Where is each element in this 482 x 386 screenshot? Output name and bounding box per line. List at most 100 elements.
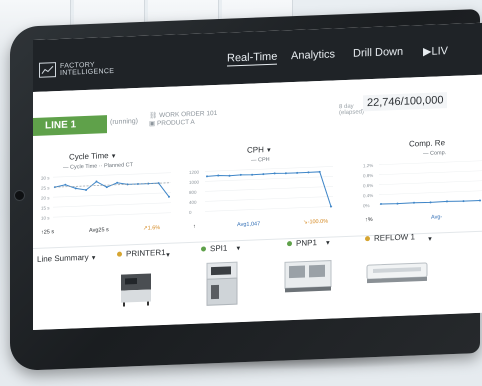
cph-y-tick: 0 — [189, 209, 192, 216]
machine-reflow1[interactable]: REFLOW 1 — [365, 232, 425, 243]
data-point — [116, 181, 119, 184]
tab-drill-down[interactable]: Drill Down — [353, 46, 403, 60]
cph-y-tick: 400 — [189, 199, 197, 206]
avg-label: Avg — [237, 221, 247, 229]
work-order-info: ⛓ WORK ORDER 101 ▣ PRODUCT A — [149, 110, 217, 129]
cph-current: ↑ — [193, 224, 196, 230]
tab-live[interactable]: ▶LIV — [423, 44, 448, 58]
line-summary-label: Line Summary — [37, 252, 89, 264]
printer-machine-image[interactable] — [119, 269, 155, 307]
chevron-down-icon: ▼ — [110, 153, 117, 161]
factory-intelligence-logo[interactable]: FACTORY INTELLIGENCE — [39, 60, 114, 78]
chevron-down-icon: ▼ — [265, 147, 272, 155]
data-point — [273, 172, 276, 175]
camera-icon — [14, 190, 25, 201]
tab-real-time[interactable]: Real-Time — [227, 50, 278, 67]
comp-y-tick: 0% — [363, 203, 370, 209]
data-point — [251, 173, 254, 176]
data-point — [239, 173, 242, 176]
comp-current: ↑% — [365, 217, 373, 223]
cycle-time-change-value: 1.6% — [147, 225, 161, 232]
chart-gridline — [53, 192, 171, 198]
cph-avg: Avg1,047 — [237, 221, 260, 228]
data-point — [307, 171, 310, 174]
product-text: PRODUCT A — [156, 118, 195, 128]
data-point — [284, 172, 287, 175]
cph-change: ↘-100.0% — [303, 219, 328, 226]
machine-pnp1[interactable]: PNP1 ▼ — [287, 238, 331, 250]
machine-status-dot — [117, 251, 122, 258]
chart-gridline — [379, 180, 482, 186]
cph-legend: — CPH — [251, 156, 270, 164]
cph-y-tick: 1200 — [189, 169, 200, 176]
line-status-text: (running) — [110, 117, 139, 127]
comp-reject-title-text: Comp. Re — [409, 138, 446, 149]
cph-title[interactable]: CPH ▼ — [247, 145, 272, 155]
cph-change-value: -100.0% — [307, 218, 329, 226]
work-order-text: WORK ORDER 101 — [159, 109, 218, 120]
cycle-time-current: ↑25 s — [41, 229, 54, 236]
shift-line-2: (elapsed) — [339, 109, 365, 117]
running-status-dot — [103, 120, 107, 125]
cycle-time-chart — [53, 172, 171, 218]
line-summary-dropdown[interactable]: Line Summary ▼ — [37, 252, 97, 265]
chart-gridline — [53, 202, 171, 208]
cycle-time-title[interactable]: Cycle Time ▼ — [69, 151, 117, 162]
tab-live-label: LIV — [431, 45, 448, 58]
machine-spi1[interactable]: SPI1 ▼ — [201, 244, 241, 255]
cycle-time-title-text: Cycle Time — [69, 151, 109, 162]
chevron-down-icon[interactable]: ▼ — [165, 253, 171, 259]
chart-gridline — [379, 170, 482, 176]
chevron-down-icon: ▼ — [324, 240, 331, 247]
comp-reject-legend: — Comp. — [423, 150, 447, 158]
data-point — [479, 199, 481, 202]
data-point — [85, 188, 88, 191]
avg-label: Avg- — [431, 214, 443, 221]
cycle-time-avg: Avg25 s — [89, 227, 109, 234]
machine-printer1[interactable]: PRINTER1 — [117, 247, 167, 259]
spi1-label: SPI1 — [210, 243, 228, 254]
cph-y-tick: 1000 — [189, 179, 200, 186]
line-badge[interactable]: LINE 1 — [33, 115, 107, 136]
legend-cph: CPH — [258, 156, 270, 164]
legend-cycle-time: Cycle Time — [70, 163, 98, 171]
comp-y-tick: 0.8% — [363, 172, 374, 179]
data-point — [462, 200, 465, 203]
spi-machine-image[interactable] — [203, 260, 243, 310]
production-counter: 22,746/100,000 — [363, 92, 448, 112]
chevron-down-icon: ▼ — [90, 255, 97, 262]
cycle-time-y-tick: 25 s — [41, 185, 50, 191]
data-point — [206, 175, 208, 178]
line-status: (running) — [103, 118, 138, 126]
cycle-time-y-tick: 15 s — [41, 205, 50, 211]
comp-reject-chart — [379, 160, 482, 206]
reflow1-label: REFLOW 1 — [374, 232, 415, 243]
data-point — [228, 174, 231, 177]
machine-status-dot — [365, 236, 370, 242]
comp-y-tick: 0.4% — [363, 192, 374, 199]
box-icon: ▣ — [149, 120, 156, 128]
chart-gridline — [53, 212, 171, 218]
printer1-label: PRINTER1 — [126, 247, 166, 259]
chevron-down-icon: ▼ — [235, 245, 242, 253]
chart-gridline — [379, 160, 482, 166]
pnp-machine-image[interactable] — [283, 256, 333, 294]
chevron-down-icon[interactable]: ▼ — [427, 237, 433, 243]
cph-avg-value: 1,047 — [246, 221, 261, 228]
comp-reject-title[interactable]: Comp. Re — [409, 138, 445, 148]
chart-gridline — [379, 190, 482, 196]
data-point — [296, 171, 299, 174]
cycle-time-current-value: 25 s — [43, 229, 55, 236]
chart-gridline — [205, 186, 333, 192]
data-point — [396, 202, 399, 205]
dashboard-content: LINE 1 (running) ⛓ WORK ORDER 101 ▣ PROD… — [33, 74, 482, 330]
chart-logo-icon — [39, 62, 56, 78]
tab-analytics[interactable]: Analytics — [291, 48, 335, 62]
comp-current-value: % — [367, 216, 373, 224]
logo-text: FACTORY INTELLIGENCE — [60, 60, 114, 76]
cph-chart — [205, 166, 333, 212]
reflow-oven-image[interactable] — [365, 257, 429, 287]
comp-y-tick: 1.2% — [363, 162, 374, 169]
chart-gridline — [53, 172, 171, 178]
machine-status-dot — [287, 241, 292, 247]
